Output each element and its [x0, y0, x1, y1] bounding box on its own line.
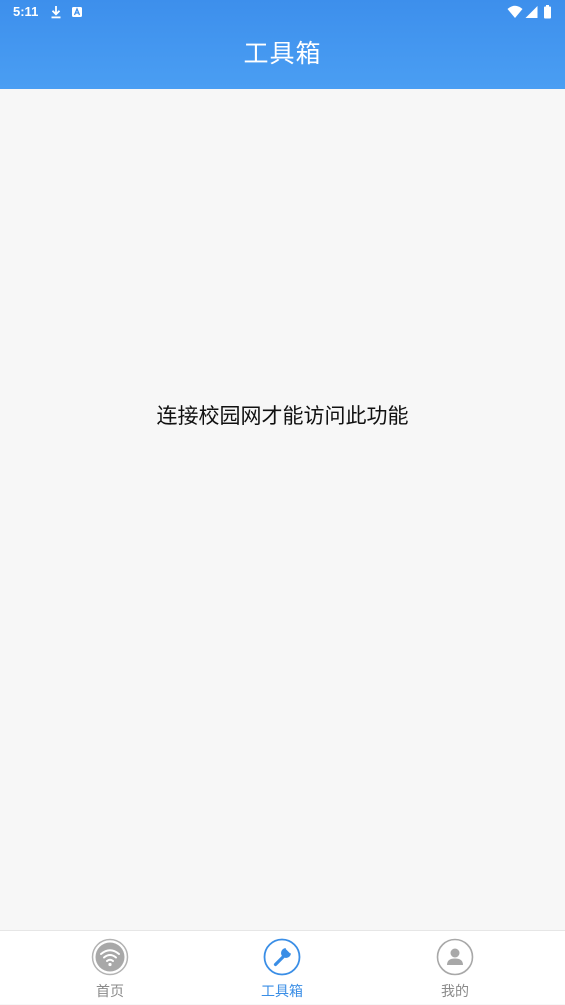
wifi-icon: [507, 5, 523, 18]
wrench-icon: [263, 938, 301, 976]
campus-network-required-message: 连接校园网才能访问此功能: [156, 404, 409, 428]
battery-icon: [544, 5, 551, 19]
download-icon: [51, 6, 61, 19]
status-time: 5:11: [13, 4, 39, 19]
signal-icon: [525, 6, 538, 18]
bottom-navigation-bar: 首页 工具箱 我的: [0, 930, 565, 1004]
nav-item-toolbox[interactable]: 工具箱: [222, 931, 342, 1005]
nav-label-toolbox: 工具箱: [261, 984, 303, 1000]
wifi-icon: [91, 938, 129, 976]
nav-item-profile[interactable]: 我的: [395, 931, 515, 1005]
nav-label-profile: 我的: [441, 984, 469, 1000]
person-icon: [436, 938, 474, 976]
status-bar: 5:11: [0, 0, 565, 24]
nav-item-home[interactable]: 首页: [50, 931, 170, 1005]
main-content: 连接校园网才能访问此功能: [0, 89, 565, 930]
nav-label-home: 首页: [96, 984, 124, 1000]
app-header: 5:11 工具箱: [0, 0, 565, 89]
page-title: 工具箱: [243, 39, 322, 68]
app-notification-icon: [72, 7, 82, 17]
